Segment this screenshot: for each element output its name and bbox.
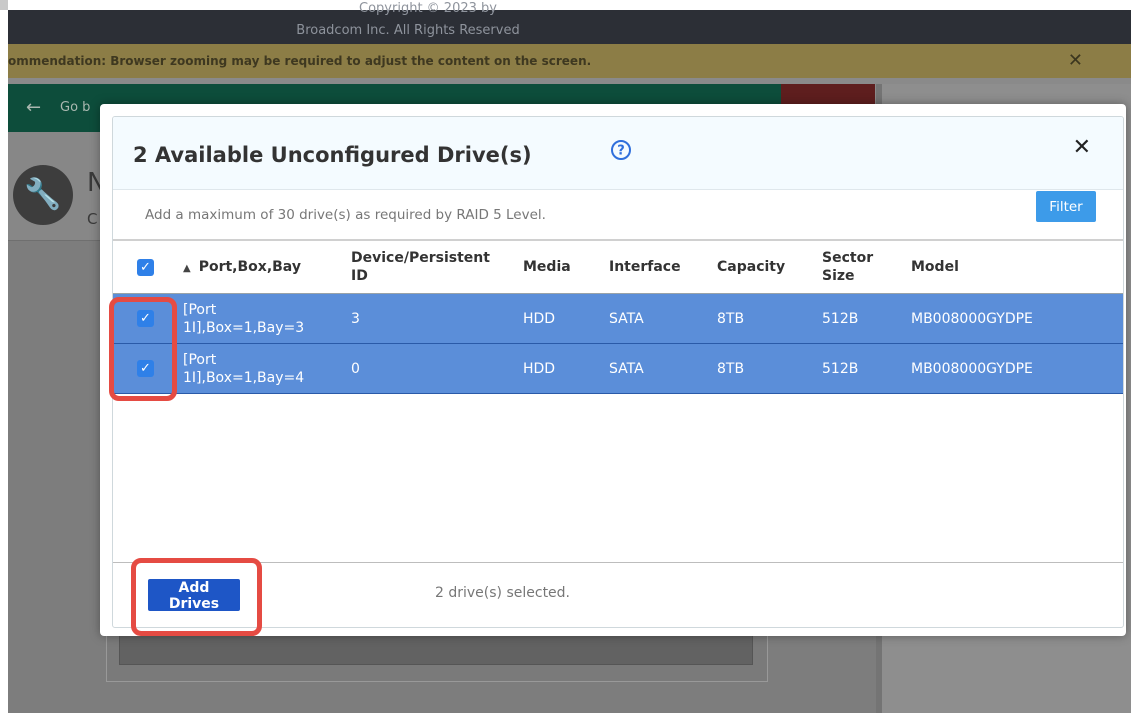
dialog-header: 2 Available Unconfigured Drive(s) ? ✕ <box>113 117 1123 190</box>
raid-limit-note: Add a maximum of 30 drive(s) as required… <box>145 207 546 223</box>
zoom-recommendation-banner: ommendation: Browser zooming may be requ… <box>8 44 1131 78</box>
wrench-icon: 🔧 <box>13 165 73 225</box>
highlight-add-drives <box>131 558 262 636</box>
column-header-device-id[interactable]: Device/Persistent ID <box>351 241 523 294</box>
sort-ascending-icon: ▲ <box>183 263 191 274</box>
dialog-body: 2 Available Unconfigured Drive(s) ? ✕ Ad… <box>112 116 1124 628</box>
column-header-media[interactable]: Media <box>523 241 609 294</box>
dialog-footer: Add Drives 2 drive(s) selected. <box>113 562 1123 627</box>
dialog-title: 2 Available Unconfigured Drive(s) <box>133 143 532 167</box>
unconfigured-drives-dialog: 2 Available Unconfigured Drive(s) ? ✕ Ad… <box>100 104 1126 636</box>
left-edge <box>0 0 8 713</box>
sector-cell: 512B <box>822 343 911 394</box>
model-cell: MB008000GYDPE <box>911 343 1123 394</box>
media-cell: HDD <box>523 293 609 344</box>
table-row[interactable]: ✓ [Port 1I],Box=1,Bay=3 3 HDD SATA 8TB 5… <box>113 293 1123 344</box>
banner-close-icon[interactable]: ✕ <box>1068 44 1083 78</box>
column-header-sector-size[interactable]: Sector Size <box>822 241 911 294</box>
port-cell: [Port 1I],Box=1,Bay=3 <box>183 293 351 344</box>
selection-count: 2 drive(s) selected. <box>435 585 571 601</box>
device-id-cell: 3 <box>351 293 523 344</box>
svg-text:?: ? <box>617 144 625 159</box>
interface-cell: SATA <box>609 293 717 344</box>
table-header-row: ✓ ▲ Port,Box,Bay Device/Persistent ID Med… <box>113 241 1123 294</box>
column-header-port[interactable]: ▲ Port,Box,Bay <box>183 241 351 294</box>
filter-button[interactable]: Filter <box>1036 191 1096 222</box>
dialog-subbar: Add a maximum of 30 drive(s) as required… <box>113 189 1123 241</box>
interface-cell: SATA <box>609 343 717 394</box>
media-cell: HDD <box>523 343 609 394</box>
back-label: Go b <box>60 100 91 115</box>
port-cell: [Port 1I],Box=1,Bay=4 <box>183 343 351 394</box>
copyright-line: Copyright © 2023 by <box>359 1 497 16</box>
banner-text: ommendation: Browser zooming may be requ… <box>8 54 592 68</box>
corner-icon <box>0 0 8 10</box>
highlight-checkboxes <box>109 297 177 401</box>
header-subtitle-fragment: C <box>87 210 98 228</box>
column-header-interface[interactable]: Interface <box>609 241 717 294</box>
question-circle-icon[interactable]: ? <box>610 139 632 161</box>
copyright-owner: Broadcom Inc. All Rights Reserved <box>296 23 520 38</box>
model-cell: MB008000GYDPE <box>911 293 1123 344</box>
drives-table: ✓ ▲ Port,Box,Bay Device/Persistent ID Med… <box>113 241 1123 394</box>
table-row[interactable]: ✓ [Port 1I],Box=1,Bay=4 0 HDD SATA 8TB 5… <box>113 343 1123 394</box>
select-all-checkbox[interactable]: ✓ <box>137 258 154 276</box>
dialog-close-icon[interactable]: ✕ <box>1073 135 1091 160</box>
device-id-cell: 0 <box>351 343 523 394</box>
column-header-capacity[interactable]: Capacity <box>717 241 822 294</box>
sector-cell: 512B <box>822 293 911 344</box>
select-all-cell: ✓ <box>113 241 183 294</box>
back-arrow-icon: ← <box>26 97 42 118</box>
capacity-cell: 8TB <box>717 343 822 394</box>
column-header-model[interactable]: Model <box>911 241 1123 294</box>
copyright-bar: Copyright © 2023 by Broadcom Inc. All Ri… <box>8 1 1131 44</box>
capacity-cell: 8TB <box>717 293 822 344</box>
